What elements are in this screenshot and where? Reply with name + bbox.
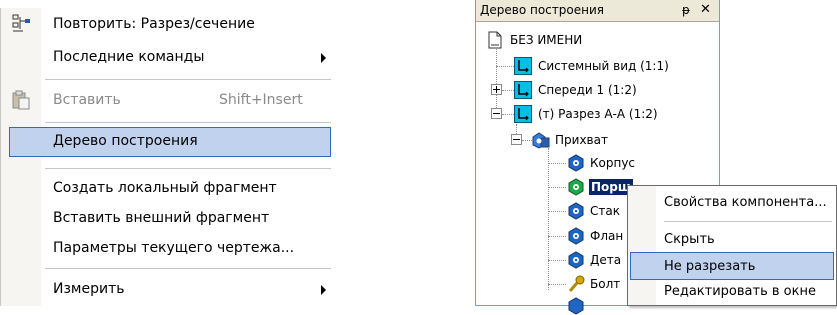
paste-icon — [12, 90, 30, 110]
tree-item-view[interactable]: (т) Разрез А-А (1:2) — [538, 107, 658, 121]
menu-item-repeat[interactable]: Повторить: Разрез/сечение — [1, 10, 337, 40]
tree-item-part[interactable]: Стак — [590, 204, 620, 218]
menu-item-measure[interactable]: Измерить — [1, 275, 337, 305]
menu-item-label: Измерить — [53, 281, 125, 297]
menu-item-label: Создать локальный фрагмент — [53, 180, 277, 196]
tree-item-view[interactable]: Системный вид (1:1) — [538, 59, 669, 73]
menu-separator — [45, 268, 331, 269]
submenu-arrow-icon — [321, 53, 326, 63]
menu-item-edit-in-window[interactable]: Редактировать в окне — [628, 278, 836, 306]
tree-connector — [502, 114, 514, 115]
menu-separator — [45, 122, 331, 123]
part-icon — [568, 297, 584, 315]
menu-item-label: Скрыть — [664, 232, 715, 247]
tree-connector — [548, 187, 566, 188]
tree-connector — [548, 284, 566, 285]
assembly-icon — [532, 132, 550, 149]
menu-separator — [664, 221, 832, 222]
part-icon — [568, 202, 584, 220]
expand-toggle[interactable] — [491, 84, 502, 95]
view-icon — [514, 105, 532, 123]
menu-item-shortcut: Shift+Insert — [219, 92, 303, 108]
tree-item-view[interactable]: Спереди 1 (1:2) — [538, 83, 637, 97]
part-icon — [568, 227, 584, 245]
menu-item-hide[interactable]: Скрыть — [628, 226, 836, 254]
part-icon — [568, 251, 584, 269]
menu-item-label: Параметры текущего чертежа... — [53, 240, 295, 256]
tree-item-part[interactable]: Болт — [590, 277, 620, 291]
menu-item-label: Вставить — [53, 92, 121, 108]
menu-item-label: Повторить: Разрез/сечение — [53, 16, 255, 32]
menu-item-insert-external-fragment[interactable]: Вставить внешний фрагмент — [1, 204, 337, 234]
menu-item-label: Последние команды — [53, 49, 205, 65]
collapse-toggle[interactable] — [511, 134, 522, 145]
bolt-icon — [568, 275, 585, 292]
panel-title: Дерево построения — [480, 3, 604, 17]
pin-icon[interactable]: ᵽ — [682, 3, 690, 17]
tree-connector — [548, 260, 566, 261]
menu-separator — [45, 168, 331, 169]
tree-item-part[interactable]: Дета — [590, 253, 621, 267]
part-icon-active — [568, 178, 584, 196]
menu-item-label: Вставить внешний фрагмент — [53, 210, 270, 226]
menu-item-label: Дерево построения — [53, 133, 198, 149]
menu-item-component-properties[interactable]: Свойства компонента... — [628, 189, 836, 217]
menu-item-drawing-params[interactable]: Параметры текущего чертежа... — [1, 234, 337, 264]
tree-item-assembly[interactable]: Прихват — [555, 133, 608, 147]
collapse-toggle[interactable] — [491, 108, 502, 119]
menu-item-create-local-fragment[interactable]: Создать локальный фрагмент — [1, 174, 337, 204]
tree-connector — [548, 236, 566, 237]
menu-separator — [45, 79, 331, 80]
menu-item-recent-commands[interactable]: Последние команды — [1, 43, 337, 73]
tree-root[interactable]: БЕЗ ИМЕНИ — [510, 33, 582, 47]
tree-connector — [548, 163, 566, 164]
panel-title-bar: Дерево построения ᵽ ✕ — [476, 0, 719, 22]
submenu-arrow-icon — [321, 285, 326, 295]
menu-item-no-section[interactable]: Не разрезать — [630, 252, 834, 280]
tree-connector — [548, 211, 566, 212]
repeat-section-icon — [12, 14, 30, 32]
close-icon[interactable]: ✕ — [700, 2, 711, 17]
tree-item-part[interactable]: Корпус — [590, 156, 635, 170]
context-menu: Повторить: Разрез/сечение Последние кома… — [0, 8, 336, 306]
menu-item-label: Редактировать в окне — [664, 284, 816, 299]
menu-item-build-tree[interactable]: Дерево построения — [9, 127, 331, 157]
view-icon — [514, 57, 532, 75]
tree-connector — [502, 90, 514, 91]
tree-item-part[interactable]: Флан — [590, 229, 623, 243]
menu-item-label: Не разрезать — [664, 259, 756, 274]
component-context-menu: Свойства компонента... Скрыть Не разреза… — [627, 185, 837, 306]
tree-connector — [548, 148, 549, 290]
document-icon — [488, 31, 502, 49]
part-icon — [568, 154, 584, 172]
view-icon — [514, 81, 532, 99]
menu-item-paste[interactable]: Вставить Shift+Insert — [1, 86, 337, 116]
tree-connector — [522, 140, 532, 141]
menu-item-label: Свойства компонента... — [664, 195, 827, 210]
tree-connector — [496, 66, 514, 67]
